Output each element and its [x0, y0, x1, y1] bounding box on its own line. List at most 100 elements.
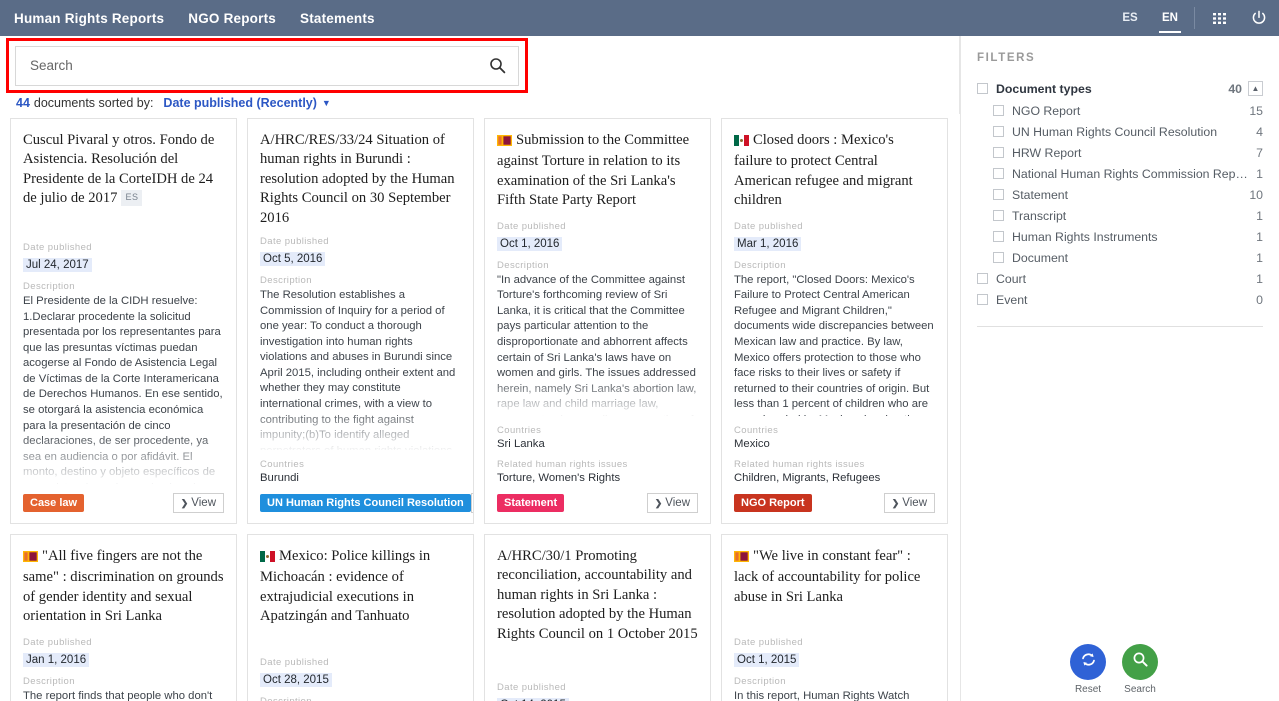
nav-item-ngo-reports[interactable]: NGO Reports	[188, 11, 276, 26]
language-toggle-es[interactable]: ES	[1110, 0, 1150, 36]
card-title: Cuscul Pivaral y otros. Fondo de Asisten…	[23, 131, 224, 209]
grid-icon[interactable]	[1199, 0, 1239, 36]
flag-icon-sri-lanka	[23, 549, 38, 568]
search-input[interactable]	[28, 57, 486, 74]
card-spacer	[260, 631, 461, 657]
view-button[interactable]: ❯View	[883, 493, 935, 513]
card-spacer	[497, 648, 698, 682]
view-button-label: View	[191, 497, 216, 509]
description-label: Description	[23, 675, 75, 687]
checkbox[interactable]	[977, 273, 988, 284]
document-card[interactable]: Closed doors : Mexico's failure to prote…	[721, 118, 948, 524]
checkbox[interactable]	[993, 147, 1004, 158]
filter-count: 1	[1256, 250, 1263, 265]
filter-group-court[interactable]: Court 1	[977, 268, 1263, 289]
card-title-text: "All five fingers are not the same" : di…	[23, 548, 224, 625]
results-panel[interactable]: Cuscul Pivaral y otros. Fondo de Asisten…	[0, 114, 960, 701]
filter-item-ngo-report[interactable]: NGO Report 15	[977, 100, 1263, 121]
chevron-up-icon[interactable]: ▲	[1248, 81, 1263, 96]
checkbox[interactable]	[993, 189, 1004, 200]
power-icon[interactable]	[1239, 0, 1279, 36]
search-highlight-box	[6, 38, 528, 93]
chevron-right-icon: ❯	[180, 497, 189, 508]
document-card[interactable]: Mexico: Police killings in Michoacán : e…	[247, 534, 474, 701]
filter-count: 1	[1256, 166, 1263, 181]
view-button[interactable]: ❯View	[646, 493, 698, 513]
flag-icon-sri-lanka	[497, 133, 512, 152]
checkbox[interactable]	[993, 252, 1004, 263]
flag-icon-mexico	[734, 133, 749, 152]
countries-field: Countries Mexico	[734, 425, 935, 450]
document-card[interactable]: "We live in constant fear" : lack of acc…	[721, 534, 948, 701]
document-count: 44	[16, 96, 30, 110]
checkbox[interactable]	[993, 210, 1004, 221]
reset-label: Reset	[1074, 684, 1102, 695]
card-title: Submission to the Committee against Tort…	[497, 131, 698, 211]
filter-label: National Human Rights Commission Report	[1012, 166, 1249, 181]
card-title: Closed doors : Mexico's failure to prote…	[734, 131, 935, 211]
description-text: The report, "Closed Doors: Mexico's Fail…	[734, 273, 934, 416]
document-card[interactable]: A/HRC/RES/33/24 Situation of human right…	[247, 118, 474, 524]
card-title: A/HRC/RES/33/24 Situation of human right…	[260, 131, 461, 228]
description-label: Description	[260, 696, 461, 701]
search-icon[interactable]	[486, 57, 508, 74]
checkbox[interactable]	[993, 168, 1004, 179]
document-type-badge[interactable]: UN Human Rights Council Resolution	[260, 494, 471, 512]
document-type-badge[interactable]: Case law	[23, 494, 85, 512]
checkbox[interactable]	[993, 105, 1004, 116]
countries-label: Countries	[497, 425, 542, 436]
filter-count: 15	[1249, 103, 1263, 118]
filter-count: 1	[1256, 208, 1263, 223]
sort-by-dropdown[interactable]: Date published (Recently)	[163, 96, 317, 110]
floating-action-buttons: Reset Search	[1070, 644, 1158, 695]
nav-links: Human Rights Reports NGO Reports Stateme…	[0, 0, 375, 36]
card-footer: UN Human Rights Council Resolution ❯View	[260, 493, 473, 513]
filter-item-human-rights-instruments[interactable]: Human Rights Instruments 1	[977, 226, 1263, 247]
document-card[interactable]: A/HRC/30/1 Promoting reconciliation, acc…	[484, 534, 711, 701]
filter-item-hrw-report[interactable]: HRW Report 7	[977, 142, 1263, 163]
reset-button[interactable]	[1070, 644, 1106, 680]
card-footer: NGO Report ❯ View	[734, 493, 935, 513]
filter-label: HRW Report	[1012, 145, 1082, 160]
filter-item-transcript[interactable]: Transcript 1	[977, 205, 1263, 226]
nav-item-human-rights-reports[interactable]: Human Rights Reports	[14, 11, 164, 26]
chevron-down-icon[interactable]: ▼	[322, 98, 331, 108]
document-type-badge[interactable]: NGO Report	[734, 494, 812, 512]
checkbox[interactable]	[977, 83, 988, 94]
flag-icon-mexico	[260, 549, 275, 568]
date-published-value: Oct 1, 2015	[734, 653, 800, 668]
issues-value: Torture, Women's Rights	[497, 472, 621, 484]
language-toggle-en[interactable]: EN	[1150, 0, 1190, 36]
filter-group-event[interactable]: Event 0	[977, 289, 1263, 310]
search-action[interactable]: Search	[1122, 644, 1158, 695]
countries-value: Burundi	[260, 472, 299, 484]
card-footer: Statement ❯ View	[497, 493, 698, 513]
filter-item-national-human-rights-commission-report[interactable]: National Human Rights Commission Report …	[977, 163, 1263, 184]
search-box[interactable]	[15, 45, 519, 86]
reset-action[interactable]: Reset	[1070, 644, 1106, 695]
filter-label: Court	[996, 271, 1027, 286]
view-button[interactable]: ❯View	[470, 493, 473, 513]
description-label: Description	[497, 259, 549, 271]
checkbox[interactable]	[993, 231, 1004, 242]
filter-label: Document	[1012, 250, 1069, 265]
issues-value: Children, Migrants, Refugees	[734, 472, 881, 484]
description-text: El Presidente de la CIDH resuelve: 1.Dec…	[23, 295, 223, 484]
document-card[interactable]: Cuscul Pivaral y otros. Fondo de Asisten…	[10, 118, 237, 524]
filter-item-document[interactable]: Document 1	[977, 247, 1263, 268]
filter-item-statement[interactable]: Statement 10	[977, 184, 1263, 205]
filter-label: Transcript	[1012, 208, 1067, 223]
checkbox[interactable]	[993, 126, 1004, 137]
date-published-value: Oct 1, 2016	[497, 236, 563, 251]
document-card[interactable]: Submission to the Committee against Tort…	[484, 118, 711, 524]
view-button[interactable]: ❯View	[172, 493, 224, 513]
document-type-badge[interactable]: Statement	[497, 494, 565, 512]
issues-field: Related human rights issues Children, Mi…	[734, 459, 935, 484]
filter-item-un-human-rights-council-resolution[interactable]: UN Human Rights Council Resolution 4	[977, 121, 1263, 142]
checkbox[interactable]	[977, 294, 988, 305]
document-card[interactable]: "All five fingers are not the same" : di…	[10, 534, 237, 701]
search-fab-button[interactable]	[1122, 644, 1158, 680]
results-grid: Cuscul Pivaral y otros. Fondo de Asisten…	[0, 114, 960, 701]
nav-item-statements[interactable]: Statements	[300, 11, 375, 26]
filter-group-document-types[interactable]: Document types 40 ▲	[977, 78, 1263, 99]
